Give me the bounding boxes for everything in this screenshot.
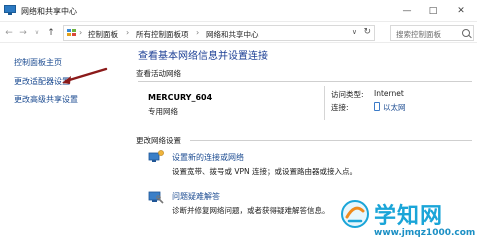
- recent-locations-button[interactable]: ∨: [31, 26, 43, 40]
- change-settings-label: 更改网络设置: [136, 136, 181, 145]
- access-type-label: 访问类型:: [331, 90, 364, 99]
- address-bar: ← → ∨ ↑ › 控制面板 › 所有控制面板项 › 网络和共享中心 ∨ ↻ 搜…: [0, 23, 477, 43]
- breadcrumb-control-panel[interactable]: 控制面板: [88, 29, 118, 40]
- breadcrumb-separator: ›: [79, 28, 83, 37]
- troubleshoot-icon: [148, 191, 164, 204]
- close-button[interactable]: ✕: [451, 3, 471, 19]
- network-center-icon: [4, 5, 16, 15]
- active-networks-label: 查看活动网络: [136, 69, 181, 78]
- section-divider: [190, 140, 472, 141]
- network-type: 专用网络: [148, 107, 178, 116]
- watermark-logo-icon: [341, 200, 369, 228]
- connections-label: 连接:: [331, 103, 349, 112]
- breadcrumb-all-items[interactable]: 所有控制面板项: [136, 29, 189, 40]
- watermark: 学知网 www.jmqz1000.com: [340, 196, 476, 246]
- title-bar: 网络和共享中心 — □ ✕: [0, 0, 477, 22]
- section-divider: [138, 81, 472, 82]
- vertical-divider: [324, 86, 325, 120]
- search-icon[interactable]: [462, 29, 470, 37]
- setup-new-connection-link[interactable]: 设置新的连接或网络: [172, 152, 244, 163]
- watermark-url: www.jmqz1000.com: [374, 228, 476, 238]
- watermark-text: 学知网: [374, 204, 444, 229]
- sidebar-item-change-advanced-sharing[interactable]: 更改高级共享设置: [14, 94, 78, 105]
- ethernet-icon: [374, 102, 380, 111]
- maximize-button[interactable]: □: [423, 3, 443, 19]
- control-panel-icon: [67, 29, 77, 37]
- forward-button[interactable]: →: [17, 26, 29, 40]
- page-title: 查看基本网络信息并设置连接: [138, 51, 268, 62]
- breadcrumb-network-center[interactable]: 网络和共享中心: [206, 29, 259, 40]
- up-button[interactable]: ↑: [45, 26, 57, 40]
- breadcrumb[interactable]: › 控制面板 › 所有控制面板项 › 网络和共享中心 ∨ ↻: [63, 25, 375, 41]
- breadcrumb-separator: ›: [126, 28, 130, 37]
- breadcrumb-separator: ›: [196, 28, 200, 37]
- annotation-arrow: [62, 67, 108, 84]
- new-connection-icon: [148, 150, 164, 162]
- back-button[interactable]: ←: [3, 26, 15, 40]
- search-placeholder: 搜索控制面板: [396, 30, 441, 39]
- troubleshoot-description: 诊断并修复网络问题，或者获得疑难解答信息。: [172, 206, 330, 215]
- sidebar-item-control-panel-home[interactable]: 控制面板主页: [14, 57, 62, 68]
- access-type-value: Internet: [374, 89, 404, 98]
- address-dropdown-icon[interactable]: ∨: [352, 28, 357, 36]
- troubleshoot-link[interactable]: 问题疑难解答: [172, 191, 220, 202]
- search-input[interactable]: 搜索控制面板: [390, 25, 474, 41]
- window-title: 网络和共享中心: [21, 7, 77, 16]
- network-name: MERCURY_604: [148, 93, 213, 102]
- refresh-icon[interactable]: ↻: [363, 27, 371, 37]
- minimize-button[interactable]: —: [397, 3, 417, 19]
- ethernet-connection-link[interactable]: 以太网: [383, 102, 406, 113]
- setup-new-connection-description: 设置宽带、拨号或 VPN 连接；或设置路由器或接入点。: [172, 167, 358, 176]
